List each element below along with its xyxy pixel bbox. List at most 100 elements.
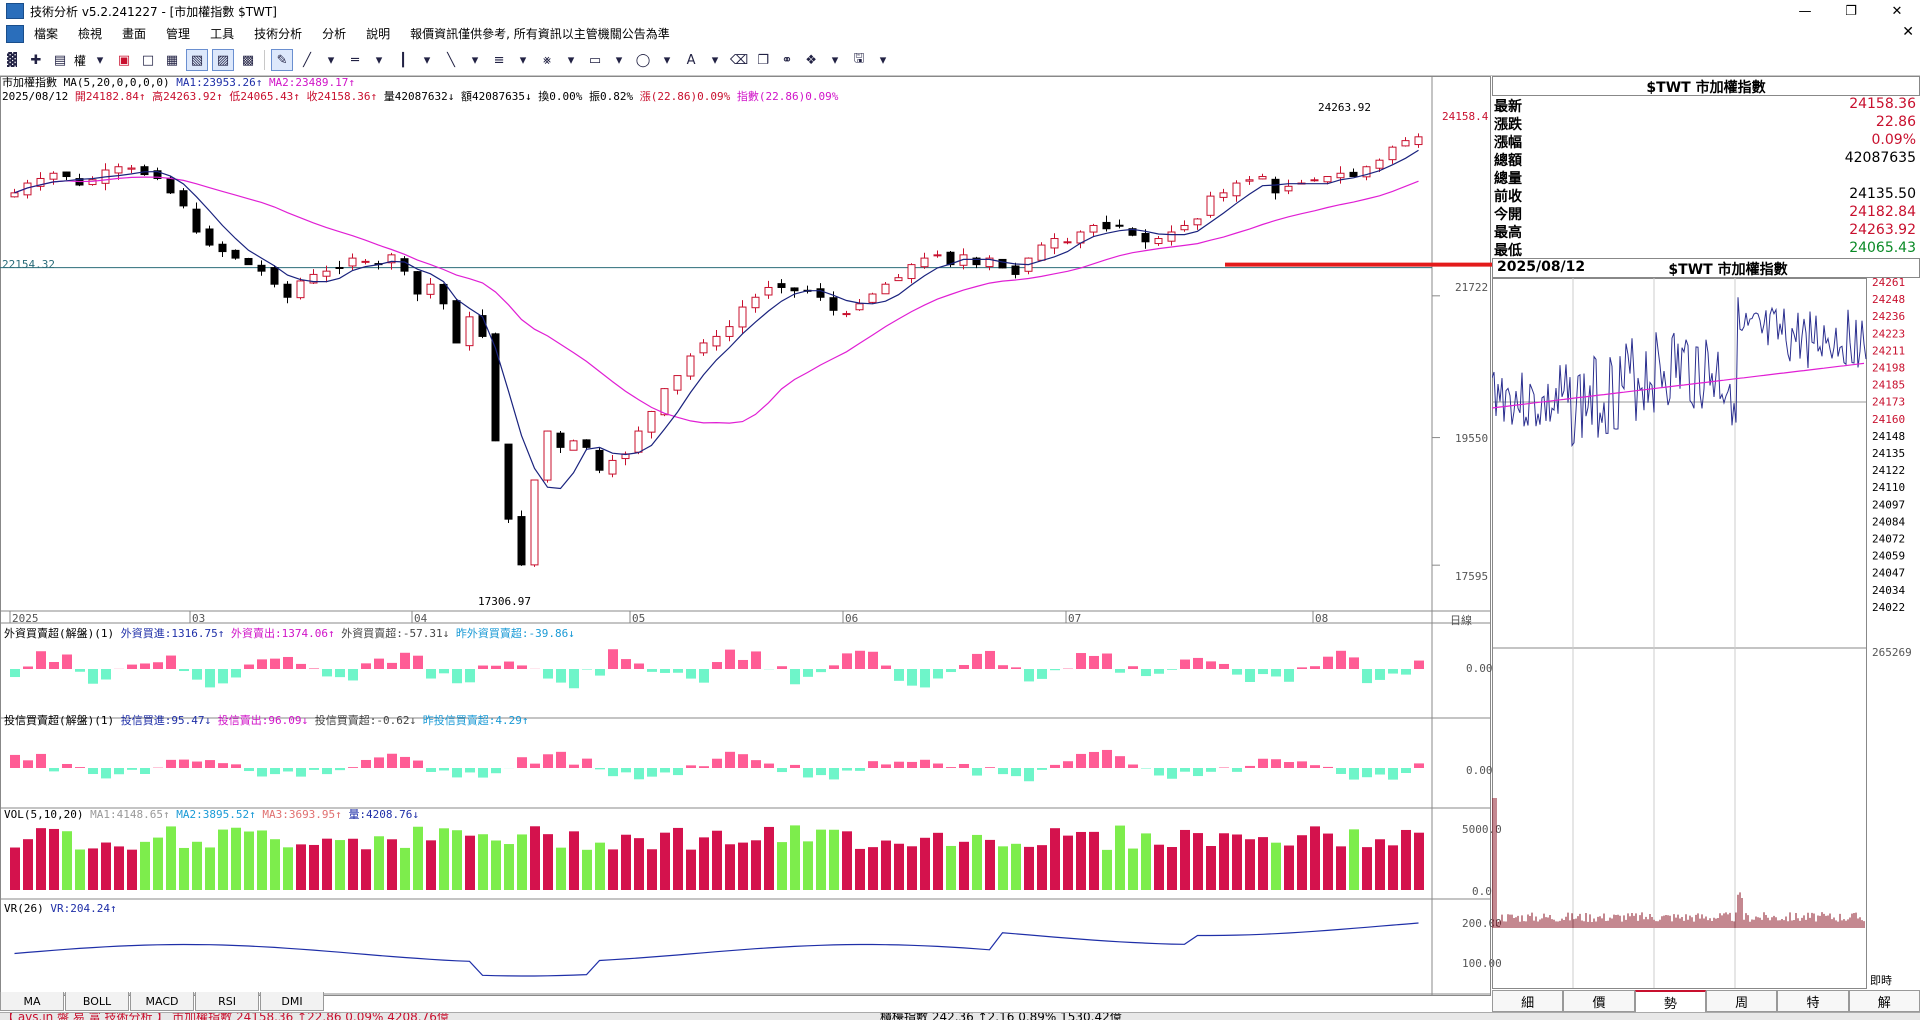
foreign-bar [1011,667,1021,669]
copy-icon[interactable]: ❐ [753,50,773,70]
quote-row: 漲跌22.86 [1494,114,1916,132]
tab-boll[interactable]: BOLL [65,992,129,1011]
tab-dmi[interactable]: DMI [260,992,324,1011]
chart3-icon[interactable]: ▨ [212,49,234,71]
rect-icon[interactable]: ▭ [585,50,605,70]
bar-icon[interactable]: ┃ [393,50,413,70]
intraday-chart[interactable]: 2426124248242362422324211241982418524173… [1492,278,1920,990]
fib-icon[interactable]: ⨳ [537,50,557,70]
tab-macd[interactable]: MACD [130,992,194,1011]
chart-canvas[interactable] [0,76,1492,996]
restore-icon[interactable]: ❐ [1828,0,1874,22]
foreign-bar [634,664,644,669]
dropdown-icon[interactable]: ▾ [90,50,110,70]
foreign-bar [608,649,618,669]
foreign-bar [1297,667,1307,669]
vol-pane-title: VOL(5,10,20) [4,808,83,821]
volume-bar [244,832,254,890]
candle-body [297,281,304,298]
menu-help[interactable]: 說明 [356,25,400,42]
dropdown-icon[interactable]: ▾ [417,50,437,70]
doc-icon [6,25,24,43]
period-label[interactable]: 權 [74,52,86,69]
table-icon[interactable]: ▤ [50,50,70,70]
vol-pane-header: VOL(5,10,20) MA1:4148.65↑ MA2:3895.52↑ M… [4,806,419,822]
save-icon[interactable]: 🖫 [849,50,869,70]
palette-icon[interactable]: ❖ [801,50,821,70]
dropdown-icon[interactable]: ▾ [561,50,581,70]
volume-bar [530,826,540,890]
foreign-bar [686,669,696,679]
tab-detail[interactable]: 細 [1492,990,1563,1012]
foreign-bar [543,669,553,679]
volume-bar [127,850,137,890]
intraday-y-tick: 24059 [1872,550,1905,563]
menu-technical[interactable]: 技術分析 [244,25,312,42]
line-icon[interactable]: ╱ [297,50,317,70]
tab-ma[interactable]: MA [0,992,64,1011]
intraday-y-tick: 24034 [1872,584,1905,597]
dropdown-icon[interactable]: ▾ [705,50,725,70]
x-tick: 08 [1315,612,1328,625]
tab-rsi[interactable]: RSI [195,992,259,1011]
quote-label: 前收 [1494,186,1522,204]
dropdown-icon[interactable]: ▾ [321,50,341,70]
foreign-bar [231,669,241,677]
volume-bar [1401,830,1411,890]
foreign-bar [1219,664,1229,669]
close-icon[interactable]: ✕ [1874,0,1920,22]
volume-bar [569,831,579,890]
menu-tools[interactable]: 工具 [200,25,244,42]
toolbar: ▓ ✚ ▤ 權 ▾ ▣ □ ▦ ▧ ▨ ▩ ✎ ╱ ▾ ═ ▾ ┃ ▾ ╲ ▾ … [0,45,1920,76]
dropdown-icon[interactable]: ▾ [825,50,845,70]
chart2-icon[interactable]: ▧ [186,49,208,71]
dropdown-icon[interactable]: ▾ [873,50,893,70]
tab-analysis[interactable]: 解 [1849,990,1920,1012]
hline-icon[interactable]: ═ [345,50,365,70]
draw-icon[interactable]: ✎ [271,49,293,71]
high-label: 24263.92 [1318,101,1371,114]
dropdown-icon[interactable]: ▾ [465,50,485,70]
chart-icon[interactable]: ▓ [2,50,22,70]
candle-body [830,298,837,311]
window-icon[interactable]: □ [138,50,158,70]
fan-icon[interactable]: ╲ [441,50,461,70]
text-icon[interactable]: A [681,50,701,70]
chart4-icon[interactable]: ▩ [238,50,258,70]
tab-week[interactable]: 周 [1706,990,1777,1012]
trust-bar [647,768,657,777]
grid-icon[interactable]: ≡ [489,50,509,70]
dropdown-icon[interactable]: ▾ [609,50,629,70]
link-icon[interactable]: ⚭ [777,50,797,70]
menu-manage[interactable]: 管理 [156,25,200,42]
menu-view[interactable]: 檢視 [68,25,112,42]
dropdown-icon[interactable]: ▾ [657,50,677,70]
trust-bar [140,768,150,774]
chart-window-icon[interactable]: ▦ [162,50,182,70]
volume-bar [322,839,332,890]
trust-bar [751,760,761,768]
trust-bar [634,768,644,779]
volume-bar [1362,847,1372,890]
menu-analysis[interactable]: 分析 [312,25,356,42]
menu-screen[interactable]: 畫面 [112,25,156,42]
trust-bar [946,767,956,768]
dropdown-icon[interactable]: ▾ [369,50,389,70]
tab-price[interactable]: 價 [1563,990,1634,1012]
candle-body [1207,196,1214,215]
dropdown-icon[interactable]: ▾ [513,50,533,70]
trust-bar [283,768,293,771]
trust-bar [1167,768,1177,779]
erase-icon[interactable]: ⌫ [729,50,749,70]
foreign-bar [296,664,306,669]
minimize-icon[interactable]: — [1782,0,1828,22]
color-icon[interactable]: ▣ [114,50,134,70]
mdi-close-icon[interactable]: ✕ [1902,24,1914,40]
tab-trend[interactable]: 勢 [1635,990,1706,1013]
trust-bar [1206,768,1216,772]
circle-icon[interactable]: ◯ [633,50,653,70]
volume-bar [686,850,696,890]
candle-body [531,480,538,565]
tab-special[interactable]: 特 [1777,990,1848,1012]
crosshair-icon[interactable]: ✚ [26,50,46,70]
